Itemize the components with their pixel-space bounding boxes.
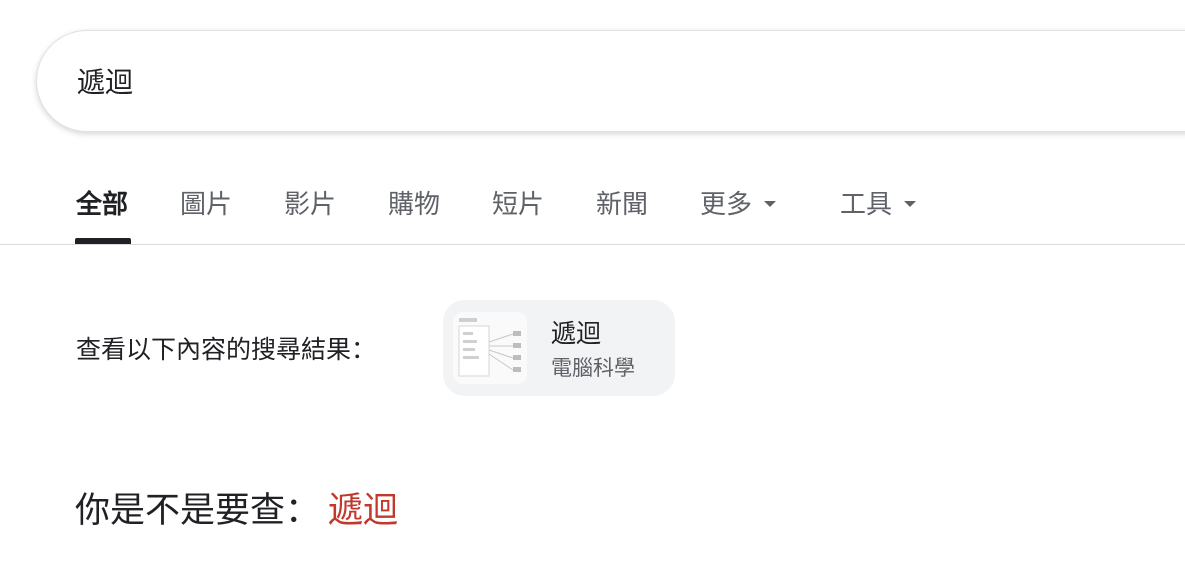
tab-tools[interactable]: 工具 <box>840 184 917 221</box>
search-results-page: 全部 圖片 影片 購物 短片 新聞 更多 工具 查看以下內容的搜尋結果： <box>0 0 1185 566</box>
search-box[interactable] <box>36 30 1185 132</box>
entity-title: 遞迴 <box>551 319 602 348</box>
spelling-suggestion-link[interactable]: 遞迴 <box>328 491 398 531</box>
tab-more[interactable]: 更多 <box>700 184 777 221</box>
entity-chip-recursion[interactable]: 遞迴 電腦科學 <box>443 300 675 396</box>
tab-videos[interactable]: 影片 <box>284 184 336 221</box>
tab-shopping[interactable]: 購物 <box>388 184 440 221</box>
chevron-down-icon <box>904 200 917 207</box>
tab-news[interactable]: 新聞 <box>596 184 648 221</box>
tab-short-videos[interactable]: 短片 <box>492 184 544 221</box>
search-input[interactable] <box>77 61 977 101</box>
did-you-mean: 你是不是要查： 遞迴 <box>75 482 398 533</box>
see-results-label: 查看以下內容的搜尋結果： <box>76 335 377 364</box>
chevron-down-icon <box>764 200 777 207</box>
entity-subtitle: 電腦科學 <box>551 356 635 380</box>
diagram-thumbnail-icon <box>453 312 527 384</box>
active-tab-indicator <box>75 238 131 244</box>
tab-images[interactable]: 圖片 <box>180 184 232 221</box>
tab-more-label: 更多 <box>700 190 753 220</box>
tab-all[interactable]: 全部 <box>76 184 128 221</box>
tab-tools-label: 工具 <box>840 190 893 220</box>
did-you-mean-prefix: 你是不是要查： <box>75 491 321 531</box>
search-tabs: 全部 圖片 影片 購物 短片 新聞 更多 工具 <box>0 170 1185 245</box>
